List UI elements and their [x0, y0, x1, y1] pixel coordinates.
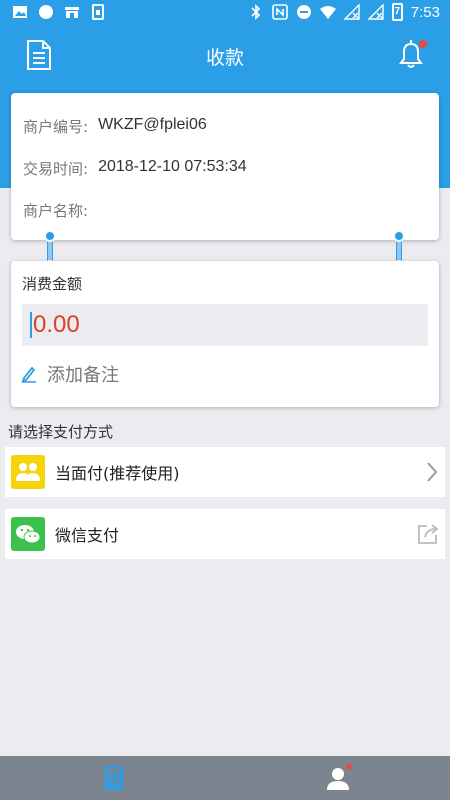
merchant-id-label: 商户编号: — [23, 118, 89, 136]
pencil-icon — [21, 366, 36, 383]
status-bar: 7 7:53 — [0, 0, 450, 26]
merchant-info-card: 商户编号: WKZF@fplei06 交易时间: 2018-12-10 07:5… — [11, 93, 439, 240]
notification-badge — [419, 40, 427, 48]
pay-method-label: 当面付(推荐使用) — [55, 464, 180, 483]
signal-off-icon — [343, 4, 360, 20]
app-bar: 收款 — [0, 26, 450, 84]
pay-method-face-to-face[interactable]: 当面付(推荐使用) — [5, 447, 445, 497]
transaction-time-row: 交易时间: 2018-12-10 07:53:34 — [23, 158, 247, 179]
merchant-name-row: 商户名称: — [23, 200, 98, 221]
dnd-icon — [296, 5, 311, 19]
amount-input[interactable]: 0.00 — [22, 304, 428, 346]
pay-method-label: 微信支付 — [55, 526, 120, 545]
status-time: 7:53 — [410, 3, 440, 21]
wechat-icon — [11, 517, 45, 551]
wifi-icon — [319, 6, 336, 19]
nfc-icon — [271, 4, 288, 20]
add-note-label: 添加备注 — [47, 365, 119, 386]
user-icon[interactable] — [324, 764, 352, 792]
circle-app-icon — [39, 5, 53, 19]
add-note-button[interactable]: 添加备注 — [21, 361, 119, 387]
people-icon — [11, 455, 45, 489]
image-icon — [13, 6, 27, 18]
transaction-time-value: 2018-12-10 07:53:34 — [98, 158, 247, 175]
amount-label: 消费金额 — [22, 275, 83, 293]
bluetooth-icon — [251, 4, 260, 20]
text-cursor — [30, 312, 32, 338]
battery-icon: 7 — [391, 3, 403, 21]
bell-icon[interactable] — [396, 38, 428, 70]
bottom-nav — [0, 756, 450, 800]
shop-icon — [65, 7, 79, 18]
signal-icon — [367, 4, 384, 20]
page-title: 收款 — [205, 47, 244, 69]
amount-card: 消费金额 0.00 添加备注 — [11, 261, 439, 407]
share-icon — [418, 524, 439, 544]
payment-section-title: 请选择支付方式 — [8, 423, 114, 441]
transaction-time-label: 交易时间: — [23, 160, 89, 178]
amount-value: 0.00 — [33, 311, 80, 338]
merchant-name-label: 商户名称: — [23, 202, 89, 220]
pay-method-wechat[interactable]: 微信支付 — [5, 509, 445, 559]
merchant-id-value: WKZF@fplei06 — [98, 116, 207, 133]
calculator-icon[interactable] — [100, 764, 128, 792]
chevron-right-icon — [427, 462, 438, 482]
merchant-id-row: 商户编号: WKZF@fplei06 — [23, 116, 207, 137]
user-notification-badge — [346, 764, 352, 770]
sim-icon — [92, 4, 104, 20]
